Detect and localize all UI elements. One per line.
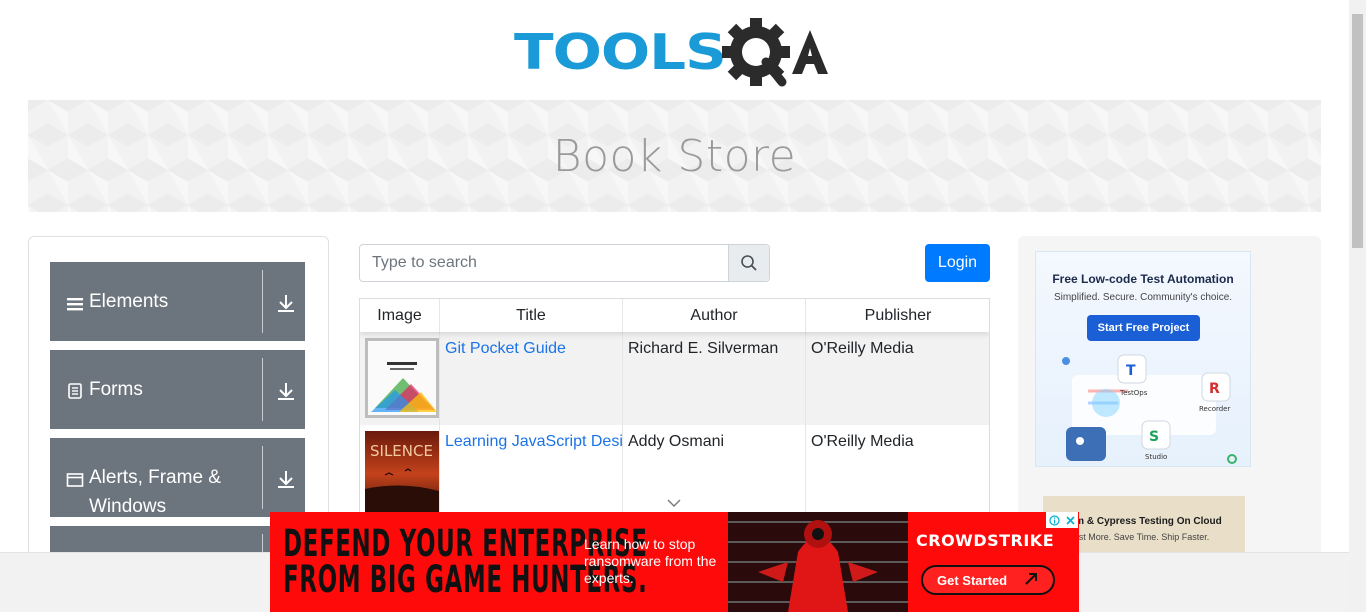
scrollbar-thumb[interactable] [1352,14,1363,248]
svg-text:R: R [1209,381,1220,397]
page-banner: Book Store [28,100,1321,212]
logo-gear-icon [722,18,828,87]
book-publisher-cell: O'Reilly Media [811,340,914,357]
sidebar-group-label: Elements [89,291,169,312]
divider [262,270,263,333]
ad-illustration: T TestOps R Recorder S Studio [1062,354,1237,464]
close-icon[interactable] [1065,515,1076,526]
column-header-author[interactable]: Author [623,299,806,332]
book-cover-image[interactable]: SILENCE [365,431,439,517]
ad-warrior-illustration [728,512,908,612]
right-ad-panel: Free Low-code Test Automation Simplified… [1018,236,1321,556]
ad-title: Free Low-code Test Automation [1052,272,1234,286]
sidebar-group-elements[interactable]: Elements [50,262,305,341]
bottom-ad-banner[interactable]: DEFEND YOUR ENTERPRISE FROM BIG GAME HUN… [270,512,1079,612]
ad-get-started-button[interactable]: Get Started [921,565,1055,595]
book-title-cell: Git Pocket Guide [440,332,623,425]
ad-cta-button[interactable]: Start Free Project [1087,315,1200,341]
ad-cta-label: Get Started [937,572,1008,588]
svg-text:T: T [1126,363,1136,379]
search-input[interactable] [360,245,729,281]
arrow-up-right-icon [1025,573,1037,585]
logo-text-tools: TOOLS [514,23,727,81]
toolsqa-logo[interactable]: TOOLS [514,14,840,90]
download-arrow-icon[interactable] [275,292,297,314]
search-box [359,244,770,282]
svg-text:Recorder: Recorder [1199,405,1230,413]
table-row: Git Pocket Guide Richard E. Silverman O'… [360,332,989,425]
sidebar-group-forms[interactable]: Forms [50,350,305,429]
download-arrow-icon[interactable] [275,468,297,490]
info-icon[interactable] [1048,514,1060,526]
book-cover-image[interactable] [365,338,439,418]
ad-subtext: Learn how to stop ransomware from the ex… [584,536,717,586]
window-icon [66,473,84,487]
ad-choices-badge[interactable] [1046,512,1078,528]
svg-text:SILENCE: SILENCE [370,442,433,460]
ad-subtitle: Simplified. Secure. Community's choice. [1053,292,1233,303]
book-image-cell [360,332,440,425]
table-header: Image Title Author Publisher [360,299,989,332]
search-icon [741,255,757,271]
ad-card-test-automation[interactable]: Free Low-code Test Automation Simplified… [1035,251,1251,467]
column-header-image[interactable]: Image [360,299,440,332]
column-header-title[interactable]: Title [440,299,623,332]
svg-text:TestOps: TestOps [1119,389,1148,397]
svg-text:Studio: Studio [1145,453,1167,461]
sidebar-group-label: Alerts, Frame & Windows [89,467,221,517]
column-header-publisher[interactable]: Publisher [806,299,989,332]
search-button[interactable] [728,245,769,281]
sidebar-group-alerts-frame-windows[interactable]: Alerts, Frame & Windows [50,438,305,517]
divider [262,446,263,509]
book-title-link[interactable]: Git Pocket Guide [445,340,566,357]
ad-brand-crowdstrike: CROWDSTRIKE [916,531,1055,550]
download-arrow-icon[interactable] [275,380,297,402]
book-author-cell: Richard E. Silverman [623,332,806,425]
svg-text:S: S [1149,429,1159,445]
page-scrollbar[interactable] [1349,0,1366,612]
divider [262,358,263,421]
hamburger-icon [67,298,83,311]
page-title: Book Store [552,130,797,182]
chevron-down-icon [667,499,681,507]
login-button[interactable]: Login [925,244,990,282]
sidebar-group-label: Forms [89,379,143,400]
book-title-link[interactable]: Learning JavaScript Design Patterns [445,433,622,450]
form-icon [68,383,82,399]
